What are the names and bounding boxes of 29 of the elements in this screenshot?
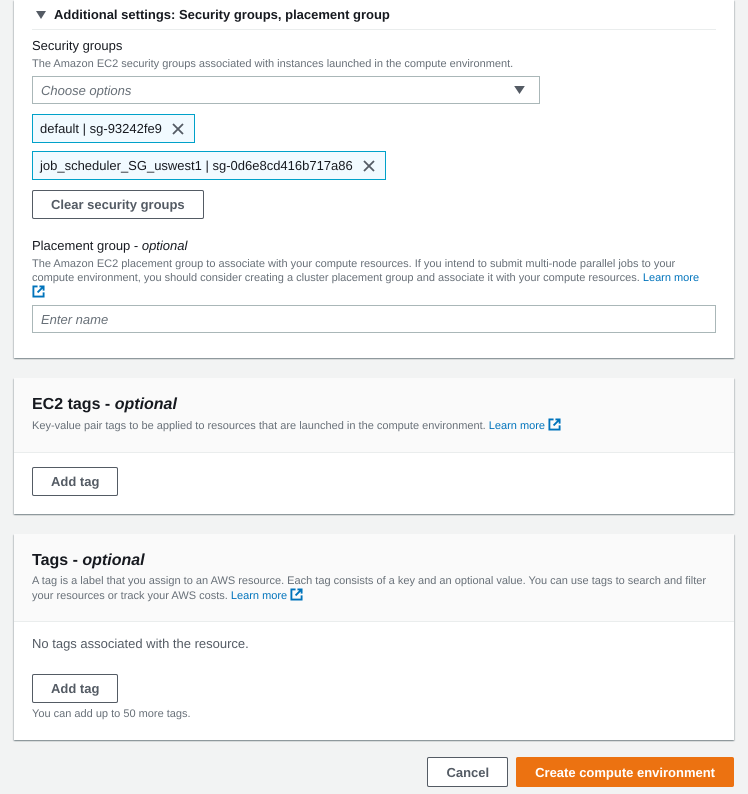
external-link-icon[interactable] (290, 588, 304, 601)
clear-security-groups-button[interactable]: Clear security groups (32, 190, 204, 219)
section-description: A tag is a label that you assign to an AWS resource. Each tag consists of a key and an optional value. You can use tags to search and filter your resources or track your AWS costs. Learn more (32, 574, 708, 603)
field-label: Security groups (32, 37, 124, 55)
external-link-icon[interactable] (32, 285, 45, 298)
cancel-button[interactable]: Cancel (427, 757, 508, 787)
token-label: default | sg-93242fe9 (40, 121, 162, 136)
add-tag-button[interactable]: Add tag (32, 674, 118, 703)
additional-settings-toggle[interactable]: Additional settings: Security groups, placement group (32, 4, 390, 26)
section-description: Key-value pair tags to be applied to resources that are launched in the compute environment. Learn more (32, 418, 716, 434)
security-groups-select[interactable]: Choose options (32, 76, 540, 104)
field-description: The Amazon EC2 security groups associated with instances launched in the compute environment. (32, 57, 514, 72)
caret-down-icon (36, 11, 46, 19)
hint-text: You can add up to 50 more tags. (32, 707, 192, 721)
close-icon[interactable] (172, 122, 184, 134)
section-title: Tags - optional (32, 551, 146, 571)
empty-message: No tags associated with the resource. (32, 635, 250, 653)
external-link-icon[interactable] (548, 418, 562, 431)
section-title: EC2 tags - optional (32, 395, 178, 415)
field-description: The Amazon EC2 placement group to associate with your compute resources. If you intend to submit multi-node parallel jobs to your compute environment, you should consider creating a cluster placement group and associate it with your compute resources. Learn more (32, 257, 706, 300)
placement-group-input[interactable]: Enter name (32, 305, 716, 333)
caret-down-icon (514, 86, 525, 94)
field-label: Placement group - optional (32, 237, 189, 255)
learn-more-link[interactable]: Learn more (230, 590, 288, 602)
add-tag-button[interactable]: Add tag (32, 467, 118, 496)
learn-more-link[interactable]: Learn more (488, 420, 546, 432)
learn-more-link[interactable]: Learn more (642, 272, 700, 284)
token-label: job_scheduler_SG_uswest1 | sg-0d6e8cd416b717a86 (40, 158, 353, 173)
close-icon[interactable] (362, 160, 375, 172)
